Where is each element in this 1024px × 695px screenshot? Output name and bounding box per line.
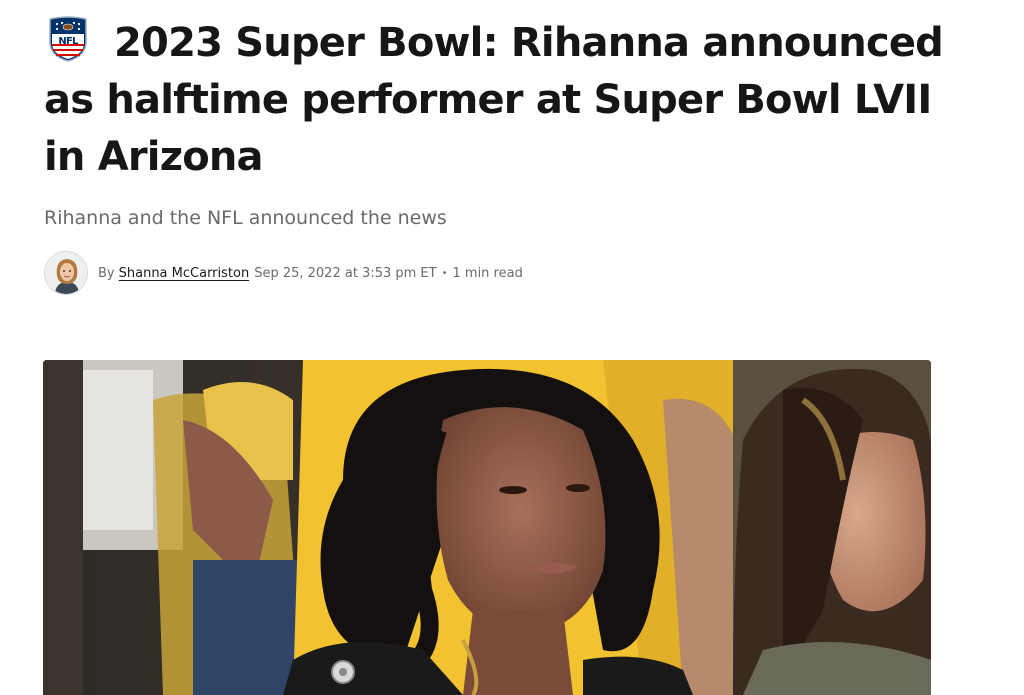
author-avatar[interactable] (44, 251, 88, 295)
byline: By Shanna McCarriston Sep 25, 2022 at 3:… (44, 250, 944, 296)
hero-image (43, 360, 931, 695)
author-link[interactable]: Shanna McCarriston (119, 266, 250, 281)
article-title: NFL 2023 Super Bowl: Rihanna announced a… (44, 14, 944, 186)
byline-separator: • (441, 267, 448, 279)
byline-by-label: By (98, 265, 115, 281)
nfl-shield-icon[interactable]: NFL (48, 14, 88, 62)
article-subtitle: Rihanna and the NFL announced the news (44, 207, 447, 229)
article-header: NFL 2023 Super Bowl: Rihanna announced a… (44, 14, 944, 296)
publish-date: Sep 25, 2022 at 3:53 pm ET (254, 265, 437, 281)
read-time: 1 min read (452, 265, 523, 281)
article-title-text: 2023 Super Bowl: Rihanna announced as ha… (44, 20, 944, 180)
svg-text:NFL: NFL (58, 36, 79, 47)
